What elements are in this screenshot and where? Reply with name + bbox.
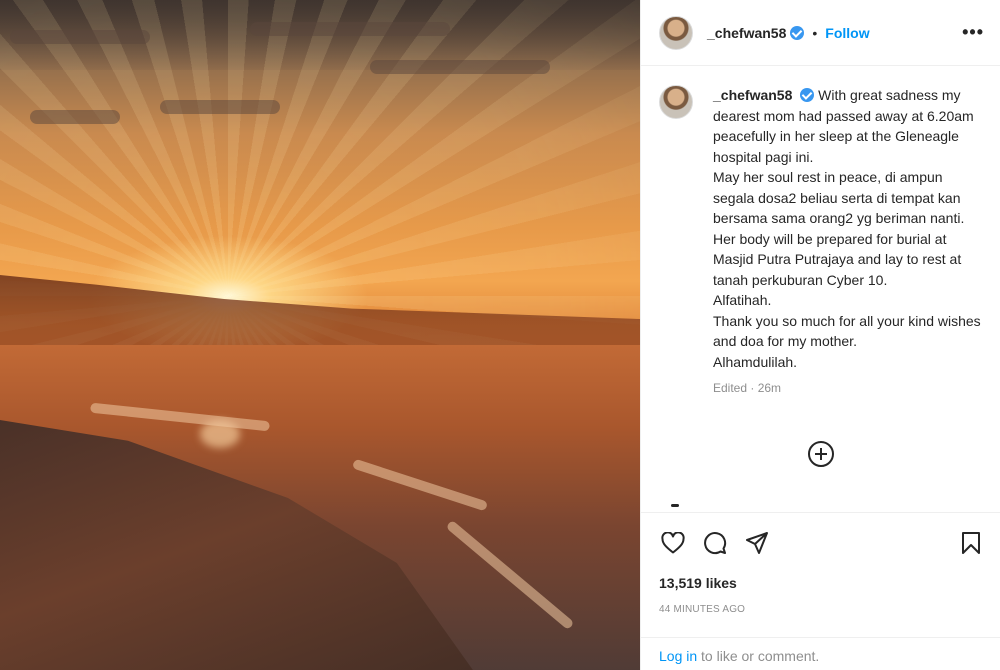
login-link[interactable]: Log in <box>659 648 697 664</box>
caption-text: _chefwan58 With great sadness my dearest… <box>713 85 983 399</box>
login-prompt-text: to like or comment. <box>697 648 820 664</box>
login-prompt: Log in to like or comment. <box>641 637 1000 670</box>
caption-line: Alfatihah. <box>713 292 772 308</box>
cloud <box>250 22 450 36</box>
verified-badge-icon <box>790 25 805 40</box>
cloud <box>370 60 550 74</box>
share-icon[interactable] <box>743 529 771 557</box>
loading-indicator <box>671 504 679 507</box>
post-header: _chefwan58 • Follow ••• <box>641 0 1000 66</box>
follow-button[interactable]: Follow <box>825 25 869 41</box>
caption-line: Thank you so much for all your kind wish… <box>713 312 981 350</box>
bookmark-icon[interactable] <box>957 529 985 557</box>
caption-line: Alhamdulilah. <box>713 353 798 370</box>
more-options-icon[interactable]: ••• <box>962 22 984 43</box>
header-separator: • <box>812 24 818 41</box>
comments-section[interactable]: _chefwan58 With great sadness my dearest… <box>641 67 1000 512</box>
caption-username[interactable]: _chefwan58 <box>713 87 792 103</box>
avatar[interactable] <box>659 85 693 119</box>
plus-circle-icon[interactable] <box>808 441 834 467</box>
verified-badge-icon <box>800 88 815 102</box>
likes-count[interactable]: 13,519 likes <box>659 575 737 591</box>
caption: _chefwan58 With great sadness my dearest… <box>659 85 985 399</box>
comment-icon[interactable] <box>701 529 729 557</box>
caption-meta: Edited · 26m <box>713 381 782 395</box>
cloud <box>160 100 280 114</box>
post-timestamp[interactable]: 44 MINUTES AGO <box>659 604 745 615</box>
caption-line: Her body will be prepared for burial at … <box>713 230 962 288</box>
cloud <box>30 110 120 124</box>
caption-line: May her soul rest in peace, di ampun seg… <box>713 169 965 226</box>
post-side-panel: _chefwan58 • Follow ••• _chefwan58 With … <box>640 0 1000 670</box>
heart-icon[interactable] <box>659 529 687 557</box>
action-bar <box>641 512 1000 572</box>
post-image[interactable] <box>0 0 640 670</box>
avatar[interactable] <box>659 15 693 50</box>
header-username[interactable]: _chefwan58 <box>707 25 786 41</box>
cloud <box>10 30 150 44</box>
